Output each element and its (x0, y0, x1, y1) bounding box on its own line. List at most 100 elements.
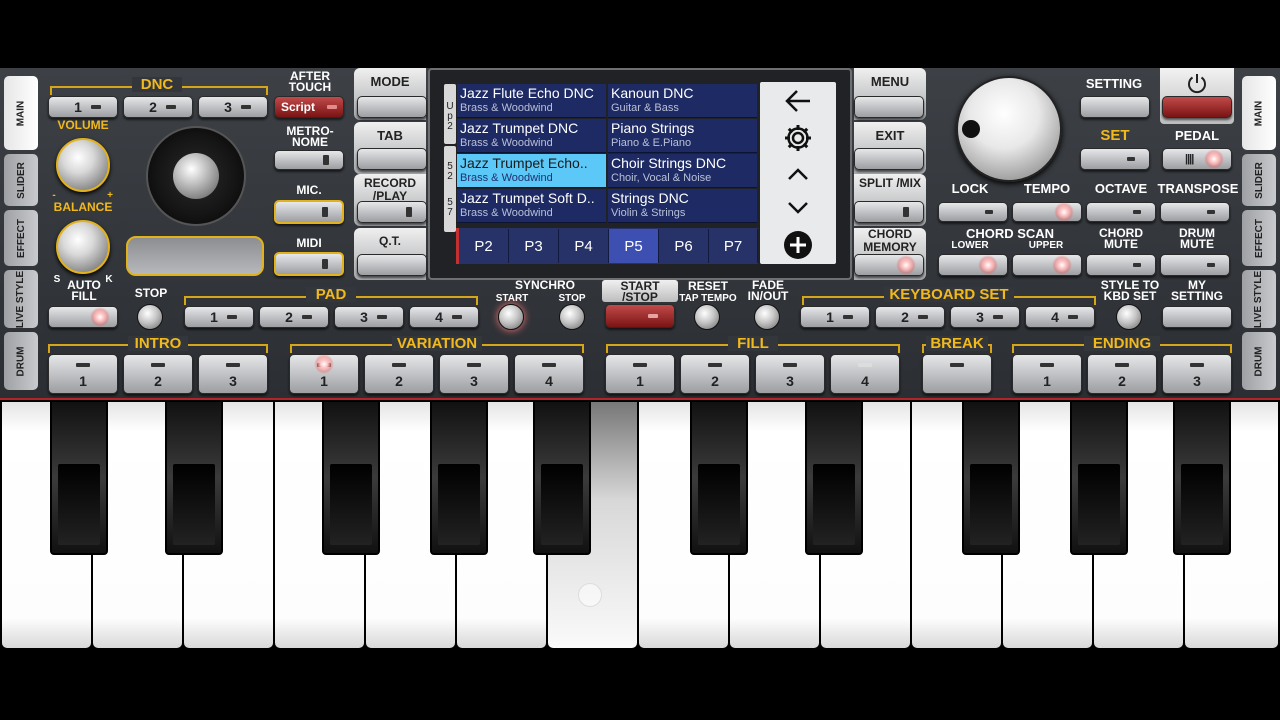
volume-label: VOLUME (57, 118, 109, 132)
style-to-kbd-set-knob[interactable] (1116, 304, 1142, 330)
tab-drum-right[interactable]: DRUM (1242, 332, 1276, 390)
style-cell[interactable]: Piano Strings Piano & E.Piano (608, 119, 757, 153)
variation-button-3[interactable]: 3 (439, 354, 509, 394)
tab-live-style-right[interactable]: LIVE STYLE (1242, 270, 1276, 328)
pitch-pad[interactable] (126, 236, 264, 276)
gear-icon[interactable] (760, 122, 836, 159)
chevron-up-icon[interactable] (760, 166, 836, 187)
style-cell-selected[interactable]: Jazz Trumpet Echo.. Brass & Woodwind (457, 154, 606, 188)
tab-main-left[interactable]: MAIN (4, 76, 38, 150)
fill-button-3[interactable]: 3 (755, 354, 825, 394)
start-stop-label: START /STOP (620, 279, 660, 304)
arrow-left-icon[interactable] (760, 88, 836, 119)
midi-button[interactable] (274, 252, 344, 276)
page-tab-p3[interactable]: P3 (509, 229, 559, 263)
stop-knob[interactable] (137, 304, 163, 330)
menu-button[interactable] (854, 96, 924, 118)
black-key[interactable] (690, 400, 748, 555)
power-button[interactable] (1162, 96, 1232, 118)
lock-button[interactable] (938, 202, 1008, 222)
page-tab-p5[interactable]: P5 (609, 229, 659, 263)
my-setting-button[interactable] (1162, 306, 1232, 328)
break-button[interactable] (922, 354, 992, 394)
black-key[interactable] (962, 400, 1020, 555)
intro-button-3[interactable]: 3 (198, 354, 268, 394)
tab-slider-right[interactable]: SLIDER (1242, 154, 1276, 206)
style-cell[interactable]: Jazz Trumpet DNC Brass & Woodwind (457, 119, 606, 153)
kbd-set-button-1[interactable]: 1 (800, 306, 870, 328)
tab-effect-right[interactable]: EFFECT (1242, 210, 1276, 266)
split-mix-button[interactable] (854, 201, 924, 223)
black-key[interactable] (1173, 400, 1231, 555)
page-tab-p6[interactable]: P6 (659, 229, 709, 263)
dnc-button-2[interactable]: 2 (123, 96, 193, 118)
style-cell[interactable]: Jazz Trumpet Soft D.. Brass & Woodwind (457, 189, 606, 223)
kbd-set-button-3[interactable]: 3 (950, 306, 1020, 328)
black-key[interactable] (165, 400, 223, 555)
qt-button[interactable] (357, 254, 427, 276)
fill-button-4[interactable]: 4 (830, 354, 900, 394)
ending-button-2[interactable]: 2 (1087, 354, 1157, 394)
tab-button[interactable] (357, 148, 427, 170)
black-key[interactable] (1070, 400, 1128, 555)
pad-button-1[interactable]: 1 (184, 306, 254, 328)
pad-button-3[interactable]: 3 (334, 306, 404, 328)
tab-live-style-left[interactable]: LIVE STYLE (4, 270, 38, 328)
setting-button[interactable] (1080, 96, 1150, 118)
tab-main-right[interactable]: MAIN (1242, 76, 1276, 150)
transpose-button[interactable] (1160, 202, 1230, 222)
script-button[interactable]: Script (274, 96, 344, 118)
set-button[interactable] (1080, 148, 1150, 170)
reset-knob[interactable] (694, 304, 720, 330)
power-icon[interactable] (1186, 72, 1208, 94)
balance-knob[interactable] (56, 220, 110, 274)
style-cell[interactable]: Choir Strings DNC Choir, Vocal & Noise (608, 154, 757, 188)
black-key[interactable] (430, 400, 488, 555)
start-stop-button[interactable] (605, 304, 675, 328)
variation-button-4[interactable]: 4 (514, 354, 584, 394)
mode-button[interactable] (357, 96, 427, 118)
page-tab-p7[interactable]: P7 (709, 229, 758, 263)
pad-button-4[interactable]: 4 (409, 306, 479, 328)
black-key[interactable] (50, 400, 108, 555)
intro-button-2[interactable]: 2 (123, 354, 193, 394)
fill-button-1[interactable]: 1 (605, 354, 675, 394)
octave-button[interactable] (1086, 202, 1156, 222)
variation-button-2[interactable]: 2 (364, 354, 434, 394)
plus-circle-icon[interactable] (760, 230, 836, 265)
black-key[interactable] (533, 400, 591, 555)
style-cell[interactable]: Jazz Flute Echo DNC Brass & Woodwind (457, 84, 606, 118)
drum-mute-button[interactable] (1160, 254, 1230, 276)
volume-knob[interactable] (56, 138, 110, 192)
kbd-set-button-4[interactable]: 4 (1025, 306, 1095, 328)
tab-slider-left[interactable]: SLIDER (4, 154, 38, 206)
ending-button-1[interactable]: 1 (1012, 354, 1082, 394)
intro-button-1[interactable]: 1 (48, 354, 118, 394)
dnc-button-3[interactable]: 3 (198, 96, 268, 118)
style-cell[interactable]: Kanoun DNC Guitar & Bass (608, 84, 757, 118)
dnc-button-1[interactable]: 1 (48, 96, 118, 118)
chevron-down-icon[interactable] (760, 200, 836, 221)
page-tab-p4[interactable]: P4 (559, 229, 609, 263)
chord-mute-button[interactable] (1086, 254, 1156, 276)
synchro-start-label: START (495, 293, 529, 304)
record-play-button[interactable] (357, 201, 427, 223)
fill-button-2[interactable]: 2 (680, 354, 750, 394)
exit-button[interactable] (854, 148, 924, 170)
joystick-handle[interactable] (173, 153, 219, 199)
metronome-button[interactable] (274, 150, 344, 170)
synchro-stop-knob[interactable] (559, 304, 585, 330)
fade-knob[interactable] (754, 304, 780, 330)
synchro-start-knob[interactable] (498, 304, 524, 330)
tab-drum-left[interactable]: DRUM (4, 332, 38, 390)
black-key[interactable] (322, 400, 380, 555)
ending-button-3[interactable]: 3 (1162, 354, 1232, 394)
tab-effect-left[interactable]: EFFECT (4, 210, 38, 266)
pad-button-2[interactable]: 2 (259, 306, 329, 328)
style-cell[interactable]: Strings DNC Violin & Strings (608, 189, 757, 223)
kbd-set-button-2[interactable]: 2 (875, 306, 945, 328)
touch-indicator (578, 583, 602, 607)
black-key[interactable] (805, 400, 863, 555)
page-tab-p2[interactable]: P2 (459, 229, 509, 263)
mic-button[interactable] (274, 200, 344, 224)
